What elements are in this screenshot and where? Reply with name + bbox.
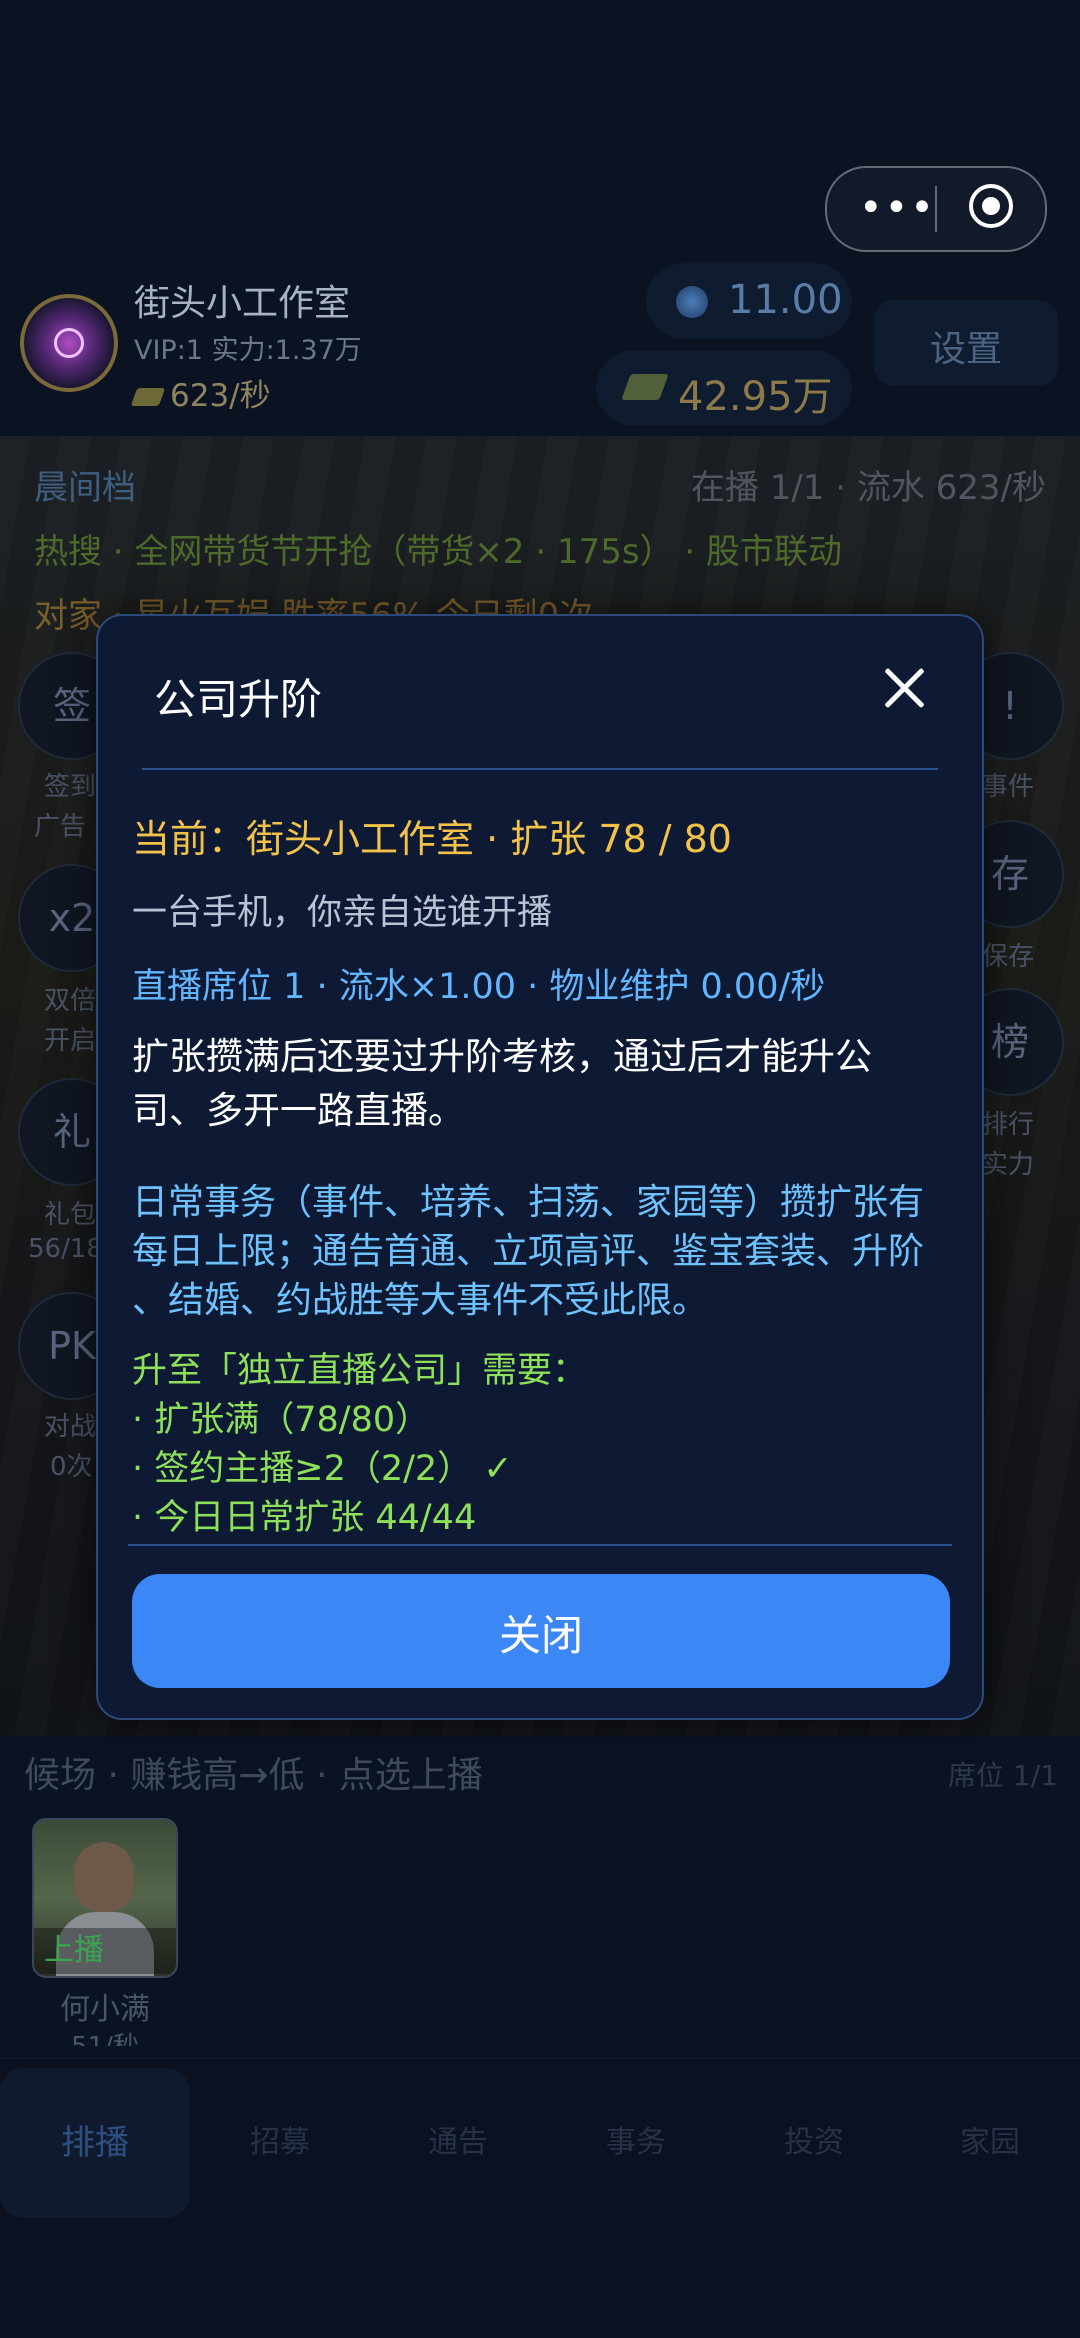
on-air-status: 在播 1/1 · 流水 623/秒 bbox=[690, 468, 1046, 508]
studio-name: 街头小工作室 bbox=[134, 283, 351, 324]
cash-icon bbox=[130, 388, 166, 406]
go-live-button[interactable]: 上播 bbox=[34, 1928, 176, 1974]
signin-label: 签到 bbox=[44, 772, 97, 802]
rank-sublabel: 实力 bbox=[982, 1150, 1035, 1180]
hot-search-banner[interactable]: 热搜 · 全网带货节开抢（带货×2 · 175s） · 股市联动 bbox=[34, 524, 842, 573]
expand-note-line2: 司、多开一路直播。 bbox=[132, 1089, 465, 1132]
giftpack-label: 礼包 bbox=[44, 1200, 97, 1230]
nav-home[interactable]: 家园 bbox=[900, 2068, 1080, 2218]
company-avatar[interactable] bbox=[20, 294, 118, 392]
requirement-title: 升至「独立直播公司」需要： bbox=[132, 1351, 588, 1391]
requirement-daily: · 今日日常扩张 44/44 bbox=[132, 1498, 477, 1536]
anchor-card[interactable]: 上播 bbox=[32, 1818, 178, 1978]
nav-invest[interactable]: 投资 bbox=[724, 2068, 904, 2218]
daily-note-line2: 每日上限；通告首通、立项高评、鉴宝套装、升阶 bbox=[132, 1231, 925, 1272]
expand-note-line1: 扩张攒满后还要过升阶考核，通过后才能升公 bbox=[132, 1035, 872, 1078]
upgrade-modal: 公司升阶 当前：街头小工作室 · 扩张 78 / 80 一台手机，你亲自选谁开播… bbox=[96, 614, 984, 1720]
close-button[interactable]: 关闭 bbox=[132, 1574, 950, 1688]
rank-label: 排行 bbox=[982, 1110, 1035, 1140]
stage-stats: 直播席位 1 · 流水×1.00 · 物业维护 0.00/秒 bbox=[132, 967, 826, 1007]
record-target-icon[interactable] bbox=[969, 184, 1013, 228]
double-sublabel: 开启 bbox=[44, 1026, 97, 1056]
modal-bottom-divider bbox=[128, 1544, 952, 1546]
anchor-photo-head bbox=[74, 1842, 134, 1912]
modal-scroll-area[interactable]: 当前：街头小工作室 · 扩张 78 / 80 一台手机，你亲自选谁开播 直播席位… bbox=[132, 810, 952, 1146]
income-rate-value: 623/秒 bbox=[170, 378, 271, 414]
modal-title: 公司升阶 bbox=[154, 675, 323, 724]
close-icon[interactable] bbox=[882, 666, 926, 710]
anchor-rate: 51/秒 bbox=[32, 2026, 178, 2046]
modal-divider bbox=[142, 768, 938, 770]
gem-balance[interactable]: 11.00 bbox=[646, 263, 852, 339]
time-slot: 晨间档 bbox=[34, 468, 136, 508]
nav-affairs[interactable]: 事务 bbox=[546, 2068, 726, 2218]
cash-balance[interactable]: 42.95万 bbox=[596, 350, 852, 426]
current-status: 当前：街头小工作室 · 扩张 78 / 80 bbox=[132, 817, 732, 861]
nav-announcement[interactable]: 通告 bbox=[368, 2068, 548, 2218]
stage-description: 一台手机，你亲自选谁开播 bbox=[132, 893, 553, 933]
pk-label: 对战 bbox=[44, 1412, 97, 1442]
gem-icon bbox=[676, 286, 708, 318]
cash-stack-icon bbox=[621, 374, 669, 400]
settings-label: 设置 bbox=[929, 329, 1002, 370]
requirement-expand: · 扩张满（78/80） bbox=[132, 1400, 431, 1440]
cash-value: 42.95万 bbox=[678, 374, 833, 420]
gem-value: 11.00 bbox=[728, 277, 843, 323]
giftpack-count: 56/18 bbox=[28, 1234, 103, 1264]
pk-count: 0次 bbox=[50, 1452, 93, 1482]
income-rate: 623/秒 bbox=[130, 370, 271, 415]
anchor-name: 何小满 bbox=[60, 1992, 150, 2027]
capsule-divider bbox=[935, 186, 937, 232]
more-dots-icon[interactable]: ••• bbox=[859, 188, 936, 228]
nav-schedule[interactable]: 排播 bbox=[0, 2068, 190, 2218]
miniprogram-capsule: ••• bbox=[825, 166, 1047, 252]
double-label: 双倍 bbox=[44, 986, 97, 1016]
modal-scroll-area-lower[interactable]: 日常事务（事件、培养、扫荡、家园等）攒扩张有 每日上限；通告首通、立项高评、鉴宝… bbox=[132, 1176, 952, 1536]
daily-note-line3: 、结婚、约战胜等大事件不受此限。 bbox=[132, 1280, 709, 1321]
waiting-title: 候场 · 赚钱高→低 · 点选上播 bbox=[24, 1755, 483, 1796]
seat-count: 席位 1/1 bbox=[948, 1759, 1058, 1792]
close-button-label: 关闭 bbox=[498, 1611, 583, 1660]
save-label: 保存 bbox=[982, 942, 1035, 972]
requirement-anchors: · 签约主播≥2（2/2） ✓ bbox=[132, 1449, 513, 1489]
settings-button[interactable]: 设置 bbox=[874, 300, 1058, 386]
vip-strength: VIP:1 实力:1.37万 bbox=[134, 335, 362, 366]
signin-sublabel: 广告 bbox=[34, 812, 87, 842]
nav-recruit[interactable]: 招募 bbox=[190, 2068, 370, 2218]
event-label: 事件 bbox=[982, 772, 1035, 802]
daily-note-line1: 日常事务（事件、培养、扫荡、家园等）攒扩张有 bbox=[132, 1182, 925, 1223]
